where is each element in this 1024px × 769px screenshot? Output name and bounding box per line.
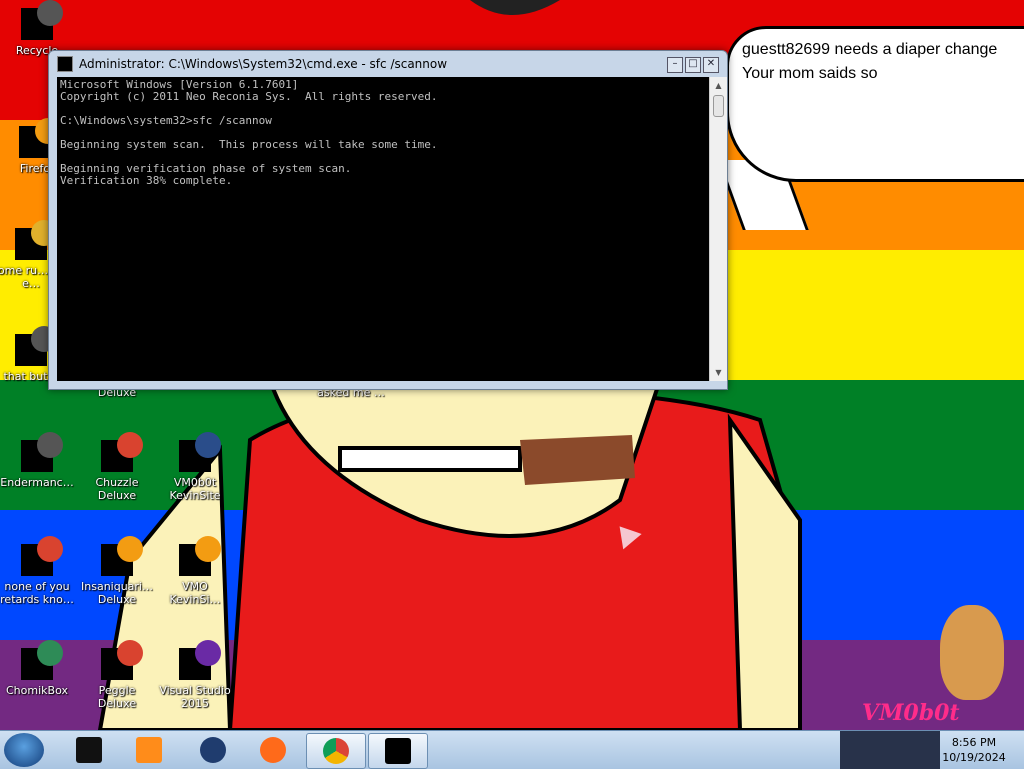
cmd-titlebar[interactable]: Administrator: C:\Windows\System32\cmd.e…	[49, 51, 727, 77]
desktop-icon-vm0b0t-kevinsite[interactable]: VM0b0t KevinSite	[156, 432, 234, 502]
chrome-icon	[179, 536, 221, 576]
console-output: Microsoft Windows [Version 6.1.7601] Cop…	[60, 78, 438, 187]
cmd-icon	[385, 738, 411, 764]
desktop-icon-peggle-deluxe[interactable]: Peggle Deluxe	[78, 640, 156, 710]
firefox-icon	[19, 118, 61, 158]
taskbar-cmd[interactable]	[368, 733, 428, 769]
chuzzle-icon	[101, 432, 143, 472]
cmd-app-icon	[57, 56, 73, 72]
cmd-title: Administrator: C:\Windows\System32\cmd.e…	[79, 57, 448, 71]
taskbar-media-player[interactable]	[120, 733, 178, 767]
taskbar-app-1[interactable]	[60, 733, 118, 767]
scroll-down-arrow-icon[interactable]: ▼	[710, 364, 727, 381]
visual-studio-icon	[179, 640, 221, 680]
close-button[interactable]: ✕	[703, 57, 719, 73]
chrome-icon	[323, 738, 349, 764]
clock[interactable]: 8:56 PM 10/19/2024	[942, 735, 1006, 765]
firefox-icon	[260, 737, 286, 763]
chomikbox-icon	[21, 640, 63, 680]
desktop-icon-insaniquarium-deluxe[interactable]: Insaniquari… Deluxe	[78, 536, 156, 606]
maximize-button[interactable]: □	[685, 57, 701, 73]
scrollbar-thumb[interactable]	[713, 95, 724, 117]
desktop-icon-vmo-kevinsite[interactable]: VMO KevinSi…	[156, 536, 234, 606]
terminal-icon	[21, 432, 63, 472]
speech-line-1: guestt82699 needs a diaper change	[742, 41, 998, 58]
globe-icon	[200, 737, 226, 763]
scroll-up-arrow-icon[interactable]: ▲	[710, 77, 727, 94]
cmd-window[interactable]: Administrator: C:\Windows\System32\cmd.e…	[48, 50, 728, 390]
vertical-scrollbar[interactable]: ▲ ▼	[709, 77, 727, 381]
shortcut-icon	[179, 432, 221, 472]
system-tray[interactable]	[840, 731, 940, 769]
desktop-icon-none-of-you[interactable]: none of you retards kno…	[0, 536, 76, 606]
media-player-icon	[136, 737, 162, 763]
start-button[interactable]	[4, 733, 44, 767]
speech-line-2: Your mom saids so	[742, 65, 878, 82]
clock-time: 8:56 PM	[951, 736, 997, 749]
desktop-icon-chuzzle-deluxe[interactable]: Chuzzle Deluxe	[78, 432, 156, 502]
hamster-image	[940, 605, 1004, 700]
window-controls: – □ ✕	[667, 57, 719, 73]
minimize-button[interactable]: –	[667, 57, 683, 73]
taskbar-globe-app[interactable]	[184, 733, 242, 767]
taskbar-firefox[interactable]	[244, 733, 302, 767]
cmd-console[interactable]: Microsoft Windows [Version 6.1.7601] Cop…	[57, 77, 727, 381]
taskbar-chrome[interactable]	[306, 733, 366, 769]
desktop-icon-visual-studio-2015[interactable]: Visual Studio 2015	[156, 640, 234, 710]
document-icon	[15, 326, 57, 366]
app-icon	[76, 737, 102, 763]
desktop-icon-endermanc[interactable]: Endermanc…	[0, 432, 76, 489]
peggle-icon	[101, 640, 143, 680]
taskbar: 8:56 PM 10/19/2024	[0, 730, 1024, 769]
document-icon	[15, 220, 57, 260]
speech-bubble-text: guestt82699 needs a diaper change Your m…	[742, 38, 997, 86]
opera-icon	[21, 536, 63, 576]
recycle-bin-icon	[21, 0, 63, 40]
clock-date: 10/19/2024	[942, 751, 1006, 764]
watermark-text: VM0b0t	[862, 700, 960, 726]
fish-icon	[101, 536, 143, 576]
desktop-icon-chomikbox[interactable]: ChomikBox	[0, 640, 76, 697]
